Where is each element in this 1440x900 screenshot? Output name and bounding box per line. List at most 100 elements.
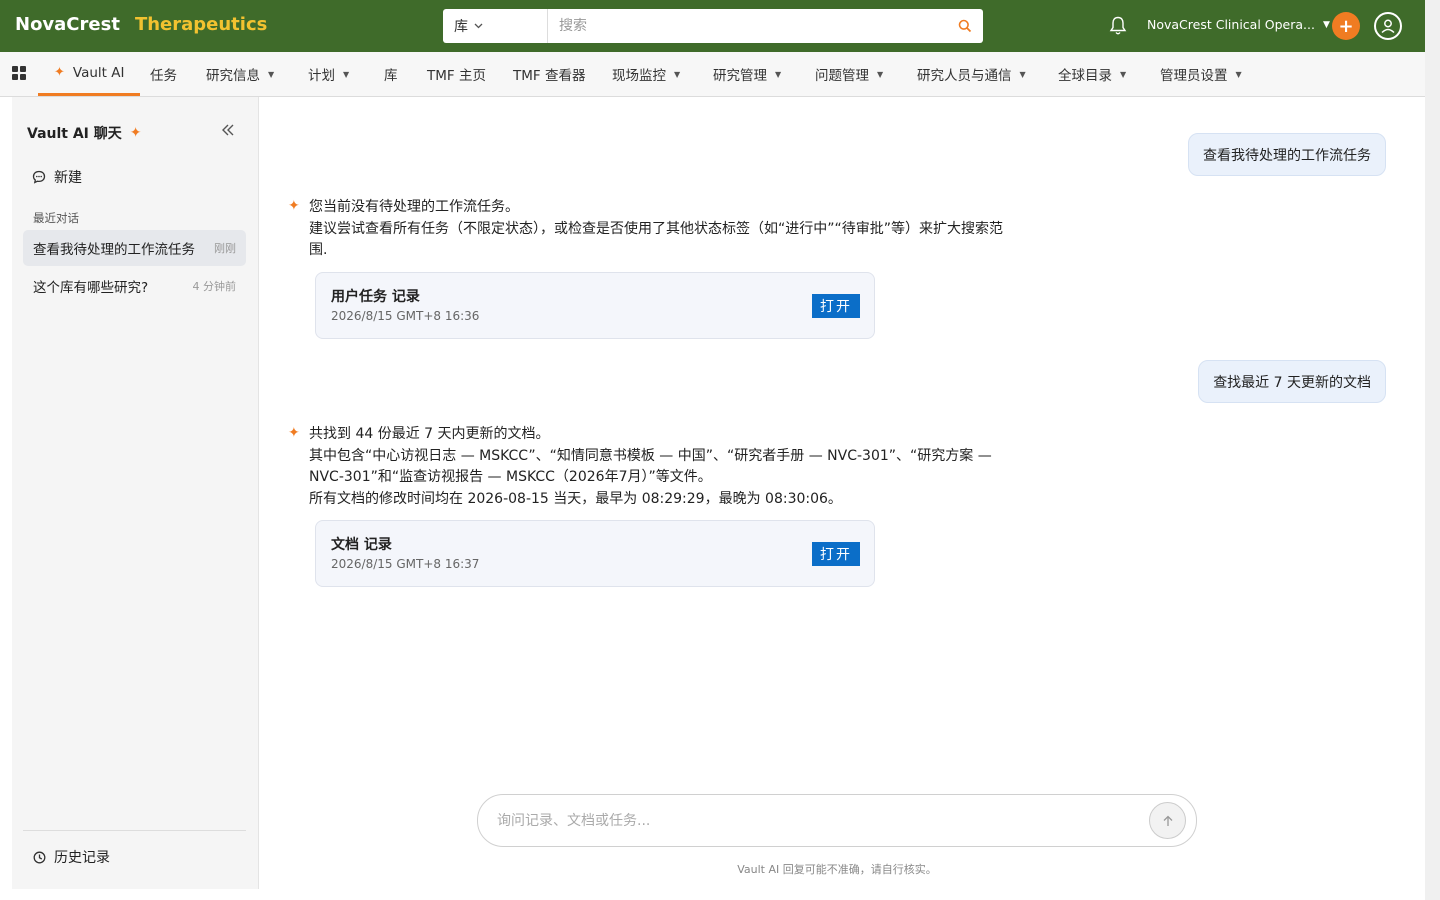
search-button[interactable] [947,9,983,43]
sidebar-title: Vault AI 聊天 ✦ [27,123,142,143]
record-title: 文档 记录 [331,537,392,553]
apps-grid-icon[interactable] [12,66,26,80]
ai-message: ✦ 共找到 44 份最近 7 天内更新的文档。 其中包含“中心访视日志 — MS… [288,424,1008,587]
tab-label: 研究人员与通信 [917,68,1012,84]
user-message: 查看我待处理的工作流任务 [1188,133,1386,176]
sidebar-divider [23,830,246,831]
history-label: 历史记录 [54,850,110,866]
tab-label: 全球目录 [1058,68,1112,84]
conversation-time: 4 分钟前 [192,280,237,293]
search-icon [958,19,972,33]
tab-label: 问题管理 [815,68,869,84]
ai-message-line: 建议尝试查看所有任务（不限定状态），或检查是否使用了其他状态标签（如“进行中”“… [309,220,1004,259]
ai-message-text: 共找到 44 份最近 7 天内更新的文档。 其中包含“中心访视日志 — MSKC… [309,424,1008,510]
chevron-down-icon [474,21,483,32]
global-search: 库 [443,9,983,43]
brand-suffix: Therapeutics [134,14,268,35]
recent-conversations-label: 最近对话 [33,211,79,225]
user-message-text: 查看我待处理的工作流任务 [1203,147,1371,164]
caret-down-icon: ▼ [877,69,884,79]
brand-name: NovaCrest [15,14,120,35]
caret-down-icon: ▼ [775,69,782,79]
tab-plans[interactable]: 计划 ▼ [308,52,349,96]
chat-bubble-icon [32,170,46,184]
org-switcher[interactable]: NovaCrest Clinical Opera... ▼ [1147,17,1330,32]
conversation-item[interactable]: 这个库有哪些研究? 4 分钟前 [23,268,246,304]
ai-message-line: 其中包含“中心访视日志 — MSKCC”、“知情同意书模板 — 中国”、“研究者… [309,447,992,486]
tab-label: Vault AI [72,64,125,81]
tab-label: 研究信息 [206,68,260,84]
search-input[interactable] [548,9,947,43]
tab-issue-management[interactable]: 问题管理 ▼ [815,52,883,96]
caret-down-icon: ▼ [343,69,350,79]
ai-disclaimer: Vault AI 回复可能不准确，请自行核实。 [737,863,937,876]
chat-main: 查看我待处理的工作流任务 ✦ 您当前没有待处理的工作流任务。 建议尝试查看所有任… [259,97,1425,900]
tab-label: 计划 [308,68,335,84]
sparkle-icon: ✦ [54,65,65,80]
tab-personnel-comms[interactable]: 研究人员与通信 ▼ [917,52,1026,96]
search-scope-label: 库 [454,19,468,35]
new-chat-button[interactable]: 新建 [32,167,82,187]
search-scope-dropdown[interactable]: 库 [443,9,548,43]
caret-down-icon: ▼ [674,69,681,79]
tab-label: 库 [384,68,398,84]
record-date: 2026/8/15 GMT+8 16:37 [331,557,480,571]
tab-label: 现场监控 [612,68,666,84]
main-nav: ✦ Vault AI 任务 研究信息 ▼ 计划 ▼ 库 TMF 主页 TMF 查看器… [0,52,1425,97]
tab-library[interactable]: 库 [384,52,398,96]
ai-message-line: 您当前没有待处理的工作流任务。 [309,199,519,215]
create-button[interactable]: + [1332,12,1360,40]
open-record-button[interactable]: 打开 [812,293,860,318]
tab-global-directory[interactable]: 全球目录 ▼ [1058,52,1126,96]
new-chat-label: 新建 [54,170,82,186]
record-date: 2026/8/15 GMT+8 16:36 [331,308,480,323]
org-name: NovaCrest Clinical Opera... [1147,17,1315,32]
collapse-sidebar-button[interactable] [221,123,237,139]
plus-icon: + [1338,15,1354,37]
user-profile-button[interactable] [1374,12,1402,40]
caret-down-icon: ▼ [1019,69,1026,79]
chat-composer [477,794,1197,847]
tab-label: 研究管理 [713,68,767,84]
ai-message: ✦ 您当前没有待处理的工作流任务。 建议尝试查看所有任务（不限定状态），或检查是… [288,197,1008,339]
brand-logo[interactable]: NovaCrest Therapeutics [15,14,267,35]
chat-input[interactable] [478,795,1149,846]
chat-sidebar: Vault AI 聊天 ✦ 新建 最近对话 查看我待处理的工作流任务 刚刚 这个… [12,97,259,889]
tab-tmf-viewer[interactable]: TMF 查看器 [513,52,585,96]
tab-label: TMF 主页 [427,68,486,84]
scrollbar-track[interactable] [1425,0,1440,900]
tab-tasks[interactable]: 任务 [150,52,177,96]
caret-down-icon: ▼ [268,69,275,79]
caret-down-icon: ▼ [1235,69,1242,79]
caret-down-icon: ▼ [1322,19,1330,30]
tab-study-info[interactable]: 研究信息 ▼ [206,52,274,96]
top-header: NovaCrest Therapeutics 库 NovaCrest Clini… [0,0,1425,52]
tab-vault-ai[interactable]: ✦ Vault AI [38,52,141,96]
record-card: 文档 记录 2026/8/15 GMT+8 16:37 打开 [315,520,875,587]
tab-label: TMF 查看器 [513,68,586,84]
tab-tmf-home[interactable]: TMF 主页 [427,52,486,96]
conversation-title: 这个库有哪些研究? [33,280,149,296]
notifications-button[interactable] [1108,15,1128,37]
conversation-title: 查看我待处理的工作流任务 [33,242,195,258]
tab-study-management[interactable]: 研究管理 ▼ [713,52,781,96]
open-record-button[interactable]: 打开 [812,542,860,566]
sidebar-title-text: Vault AI 聊天 [27,126,122,142]
tab-site-monitoring[interactable]: 现场监控 ▼ [612,52,680,96]
tab-label: 管理员设置 [1160,68,1228,84]
conversation-item[interactable]: 查看我待处理的工作流任务 刚刚 [23,230,246,266]
send-button[interactable] [1149,802,1186,839]
double-chevron-left-icon [222,124,234,136]
ai-message-line: 所有文档的修改时间均在 2026-08-15 当天，最早为 08:29:29，最… [309,490,842,507]
history-button[interactable]: 历史记录 [33,847,110,867]
ai-message-text: 您当前没有待处理的工作流任务。 建议尝试查看所有任务（不限定状态），或检查是否使… [309,197,1008,262]
tab-label: 任务 [150,68,177,84]
tab-admin-settings[interactable]: 管理员设置 ▼ [1160,52,1242,96]
record-title: 用户任务 记录 [331,288,420,305]
record-card: 用户任务 记录 2026/8/15 GMT+8 16:36 打开 [315,271,875,339]
clock-icon [33,851,46,863]
sparkle-icon: ✦ [129,125,142,141]
sparkle-icon: ✦ [288,425,300,441]
ai-message-line: 共找到 44 份最近 7 天内更新的文档。 [309,426,550,442]
arrow-up-icon [1163,815,1172,826]
